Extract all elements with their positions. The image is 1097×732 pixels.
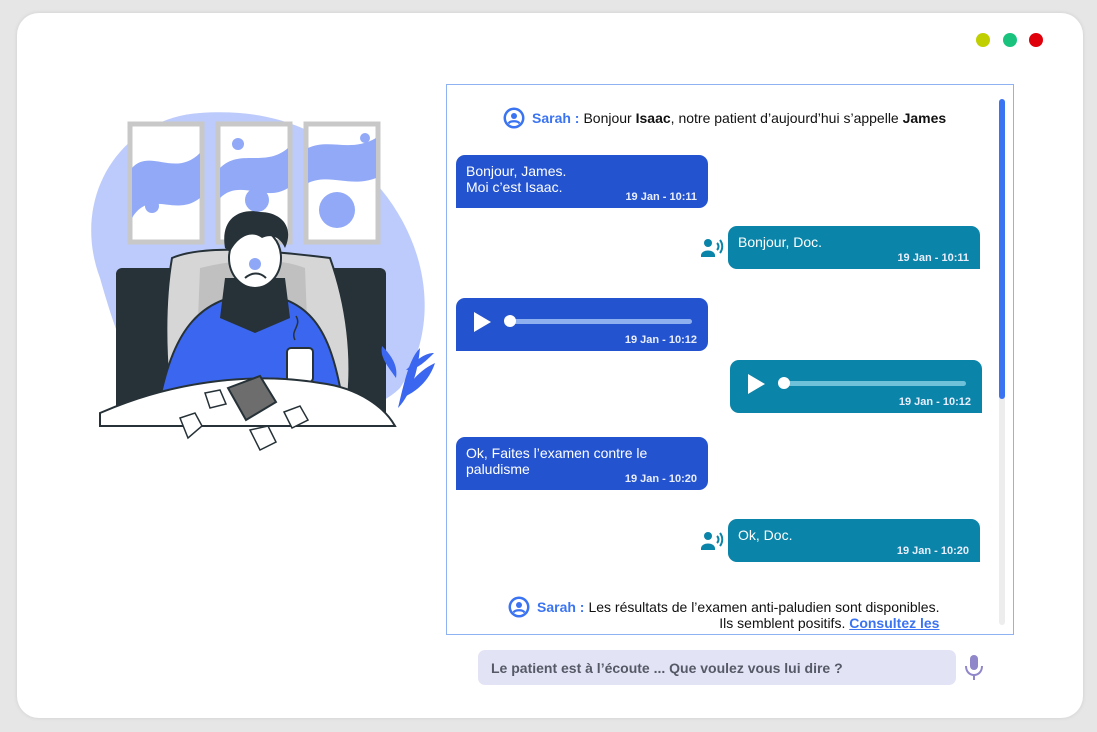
view-results-link[interactable]: Consultez les [849,615,939,631]
sender-name: Sarah : [537,599,585,615]
message-time: 19 Jan - 10:11 [897,252,969,264]
message-text: Bonjour, James. [466,163,567,179]
patient-message: Bonjour, Doc. 19 Jan - 10:11 [728,226,980,269]
user-circle-icon [508,596,530,618]
message-time: 19 Jan - 10:11 [625,191,697,203]
sender-name: Sarah : [532,110,580,126]
patient-voice-icon [701,532,724,550]
message-input[interactable]: Le patient est à l’écoute ... Que voulez… [478,650,956,685]
system-text: , notre patient d’aujourd’hui s’appelle [670,110,903,126]
message-time: 19 Jan - 10:12 [898,396,971,408]
scrollbar-thumb[interactable] [999,99,1005,399]
user-circle-icon [503,107,525,129]
input-placeholder: Le patient est à l’écoute ... Que voulez… [491,660,843,676]
patient-name: James [902,110,947,126]
sick-patient-illustration [91,112,435,452]
message-text: Bonjour, Doc. [738,234,823,250]
patient-voice-icon [701,239,724,257]
close-dot[interactable] [1029,33,1043,47]
audio-progress-track[interactable] [508,319,692,324]
play-icon[interactable] [474,312,491,332]
patient-audio-message: 19 Jan - 10:12 [730,360,982,413]
message-time: 19 Jan - 10:20 [624,473,697,485]
audio-progress-track[interactable] [782,381,966,386]
message-text: Ok, Doc. [738,527,793,543]
chat-panel: Sarah : Bonjour Isaac, notre patient d’au… [446,84,1014,635]
audio-scrubber[interactable] [778,377,790,389]
doctor-message: Ok, Faites l’examen contre le paludisme … [456,437,708,490]
play-icon[interactable] [748,374,765,394]
message-time: 19 Jan - 10:20 [896,545,969,557]
minimize-dot[interactable] [976,33,990,47]
microphone-icon[interactable] [963,654,985,682]
system-text: Bonjour [583,110,636,126]
message-text: Ok, Faites l’examen contre le [466,445,648,461]
doctor-audio-message: 19 Jan - 10:12 [456,298,708,351]
system-message: Sarah : Les résultats de l’examen anti-pa… [508,596,940,631]
patient-message: Ok, Doc. 19 Jan - 10:20 [728,519,980,562]
system-text: Ils semblent positifs. [719,615,850,631]
message-time: 19 Jan - 10:12 [624,334,697,346]
system-message: Sarah : Bonjour Isaac, notre patient d’au… [503,107,947,129]
doctor-message: Bonjour, James. Moi c’est Isaac. 19 Jan … [456,155,708,208]
doctor-name: Isaac [635,110,671,126]
system-text: Les résultats de l’examen anti-paludien … [588,599,940,615]
audio-scrubber[interactable] [504,315,516,327]
maximize-dot[interactable] [1003,33,1017,47]
